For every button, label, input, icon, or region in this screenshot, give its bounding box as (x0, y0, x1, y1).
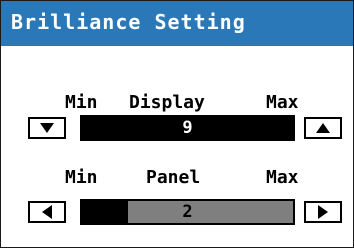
triangle-left-icon (42, 205, 52, 219)
panel-value: 2 (182, 202, 193, 222)
triangle-up-icon (316, 123, 330, 133)
brilliance-setting-window: Brilliance Setting Min Display Max 9 Min… (0, 0, 354, 248)
display-decrease-button[interactable] (28, 117, 66, 139)
triangle-down-icon (40, 123, 54, 133)
panel-decrease-button[interactable] (28, 201, 66, 223)
title-bar: Brilliance Setting (1, 1, 353, 46)
panel-max-label: Max (266, 167, 299, 188)
triangle-right-icon (318, 205, 328, 219)
display-increase-face (306, 119, 340, 137)
panel-increase-face (306, 203, 340, 221)
display-max-label: Max (266, 92, 299, 113)
display-min-label: Min (65, 92, 98, 113)
display-value: 9 (182, 118, 193, 138)
panel-increase-button[interactable] (304, 201, 342, 223)
display-increase-button[interactable] (304, 117, 342, 139)
display-decrease-face (30, 119, 64, 137)
display-label: Display (129, 92, 205, 113)
panel-label: Panel (146, 167, 201, 188)
panel-level-bar: 2 (80, 199, 295, 225)
panel-decrease-face (30, 203, 64, 221)
window-title: Brilliance Setting (11, 10, 246, 34)
display-level-bar: 9 (80, 115, 295, 141)
panel-min-label: Min (65, 167, 98, 188)
